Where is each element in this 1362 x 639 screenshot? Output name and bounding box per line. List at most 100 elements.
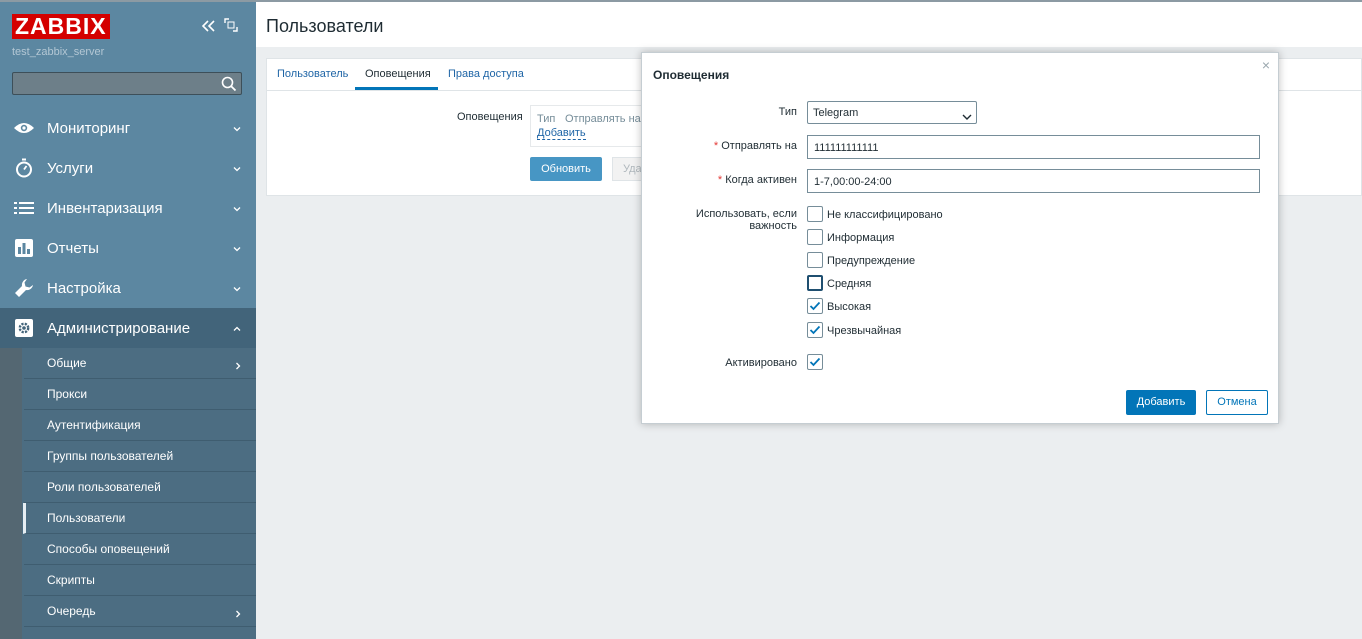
submenu-item-label: Способы оповещений: [47, 542, 170, 556]
menu-item-services[interactable]: Услуги: [0, 148, 256, 188]
dialog-title: Оповещения: [653, 68, 730, 82]
checkmark-icon: [809, 357, 821, 367]
severity-disaster-checkbox[interactable]: [807, 322, 823, 338]
submenu-item-user-groups[interactable]: Группы пользователей: [24, 441, 256, 472]
severity-label-text: Чрезвычайная: [827, 325, 902, 337]
cancel-button[interactable]: Отмена: [1206, 390, 1268, 415]
type-label: Тип: [778, 106, 797, 118]
stopwatch-icon: [13, 157, 35, 179]
chevron-down-icon: [232, 121, 242, 132]
media-label: Оповещения: [457, 111, 523, 123]
administration-submenu: Общие Прокси Аутентификация Группы польз…: [0, 348, 259, 639]
tab-user[interactable]: Пользователь: [277, 68, 348, 80]
chevron-down-icon: [232, 281, 242, 292]
submenu-item-label: Группы пользователей: [47, 449, 174, 463]
menu-item-administration[interactable]: Администрирование: [0, 308, 256, 348]
submenu-item-queue[interactable]: Очередь: [24, 596, 256, 627]
menu-item-inventory[interactable]: Инвентаризация: [0, 188, 256, 228]
sendto-label: * Отправлять на: [652, 140, 797, 152]
checkmark-icon: [809, 325, 821, 335]
chevron-down-icon: [962, 108, 972, 120]
checkmark-icon: [809, 301, 821, 311]
media-col-type: Тип: [537, 113, 556, 125]
submenu-item-label: Прокси: [47, 387, 88, 401]
chevron-down-icon: [232, 241, 242, 252]
server-name: test_zabbix_server: [12, 46, 105, 58]
when-active-input[interactable]: 1-7,00:00-24:00: [807, 169, 1260, 193]
submenu-item-label: Аутентификация: [47, 418, 141, 432]
enabled-label: Активировано: [725, 357, 797, 369]
bar-chart-icon: [13, 237, 35, 259]
severity-not-classified-checkbox[interactable]: [807, 206, 823, 222]
add-media-link[interactable]: Добавить: [537, 127, 586, 140]
submenu-item-proxies[interactable]: Прокси: [24, 379, 256, 410]
submenu-rail: [0, 348, 22, 639]
menu-item-configuration[interactable]: Настройка: [0, 268, 256, 308]
submenu-item-label: Общие: [47, 356, 87, 370]
severity-average-checkbox[interactable]: [807, 275, 823, 291]
severity-label-text: Информация: [827, 232, 895, 244]
zabbix-logo[interactable]: ZABBIX: [12, 14, 110, 39]
media-col-sendto: Отправлять на: [565, 113, 641, 125]
sendto-label-text: Отправлять на: [721, 140, 797, 152]
severity-label-text: Не классифицировано: [827, 209, 943, 221]
severity-warning-checkbox[interactable]: [807, 252, 823, 268]
kiosk-mode-icon[interactable]: [224, 18, 238, 32]
submenu-item-authentication[interactable]: Аутентификация: [24, 410, 256, 441]
menu-item-label: Инвентаризация: [47, 199, 163, 217]
menu-item-label: Администрирование: [47, 319, 191, 337]
update-button[interactable]: Обновить: [530, 157, 602, 181]
search-icon[interactable]: [221, 76, 237, 92]
chevron-right-icon: [234, 358, 242, 370]
severity-high-checkbox[interactable]: [807, 298, 823, 314]
severity-label-text: Средняя: [827, 278, 872, 290]
top-border: [0, 0, 1362, 2]
collapse-sidebar-icon[interactable]: [200, 17, 218, 35]
tab-permissions[interactable]: Права доступа: [448, 68, 524, 80]
submenu-item-label: Пользователи: [47, 511, 126, 525]
severity-information-checkbox[interactable]: [807, 229, 823, 245]
main-menu: Мониторинг Услуги Инвентаризация Отчеты: [0, 108, 256, 348]
close-icon[interactable]: ×: [1262, 57, 1270, 73]
submenu-item-media-types[interactable]: Способы оповещений: [24, 534, 256, 565]
menu-item-label: Отчеты: [47, 239, 99, 257]
submenu-item-user-roles[interactable]: Роли пользователей: [24, 472, 256, 503]
when-active-label-text: Когда активен: [725, 174, 797, 186]
page-title: Пользователи: [266, 16, 384, 36]
media-type-select[interactable]: Telegram: [807, 101, 977, 124]
add-button[interactable]: Добавить: [1126, 390, 1196, 415]
chevron-right-icon: [234, 606, 242, 618]
submenu-item-label: Скрипты: [47, 573, 95, 587]
gear-icon: [13, 317, 35, 339]
menu-item-monitoring[interactable]: Мониторинг: [0, 108, 256, 148]
when-active-value: 1-7,00:00-24:00: [814, 176, 892, 188]
when-active-label: * Когда активен: [652, 174, 797, 186]
sendto-input[interactable]: 111111111111: [807, 135, 1260, 159]
severity-label-text: Предупреждение: [827, 255, 916, 267]
enabled-checkbox[interactable]: [807, 354, 823, 370]
wrench-icon: [13, 277, 35, 299]
chevron-down-icon: [232, 161, 242, 172]
severity-label-text: Высокая: [827, 301, 872, 313]
media-dialog: Оповещения × Тип Telegram * Отправлять н…: [641, 52, 1279, 424]
submenu-item-users[interactable]: Пользователи: [23, 503, 259, 534]
severity-label: Использовать, если важность: [695, 208, 797, 232]
media-type-value: Telegram: [813, 107, 859, 119]
submenu-item-label: Роли пользователей: [47, 480, 161, 494]
list-icon: [13, 197, 35, 219]
chevron-up-icon: [232, 321, 242, 331]
sidebar-search-input[interactable]: [12, 72, 242, 95]
submenu-item-scripts[interactable]: Скрипты: [24, 565, 256, 596]
chevron-down-icon: [232, 201, 242, 212]
submenu-item-label: Очередь: [47, 604, 96, 618]
sendto-value: 111111111111: [814, 142, 879, 154]
submenu-item-general[interactable]: Общие: [24, 348, 256, 379]
menu-item-reports[interactable]: Отчеты: [0, 228, 256, 268]
active-tab-indicator: [355, 87, 438, 90]
tab-media[interactable]: Оповещения: [365, 68, 431, 80]
menu-item-label: Мониторинг: [47, 119, 131, 137]
page-header: Пользователи: [256, 2, 1362, 47]
menu-item-label: Настройка: [47, 279, 121, 297]
sidebar: ZABBIX test_zabbix_server Мониторинг Усл…: [0, 0, 259, 639]
menu-item-label: Услуги: [47, 159, 94, 177]
